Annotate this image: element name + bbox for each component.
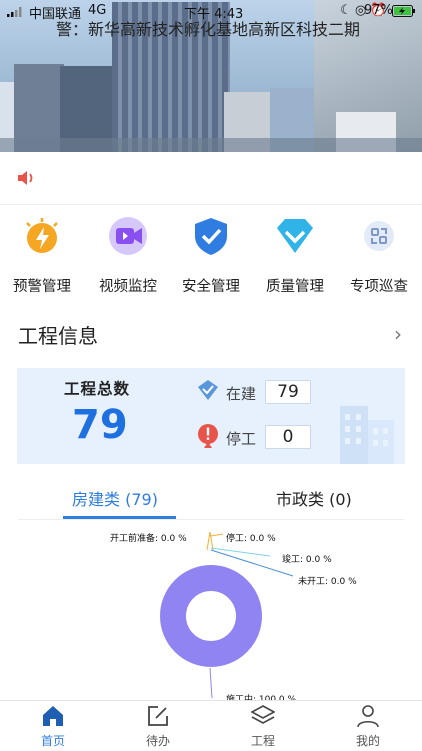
layers-icon — [251, 705, 275, 724]
edit-icon — [148, 706, 168, 726]
menu-label: 视频监控 — [99, 279, 157, 295]
pie-leader-line — [206, 531, 211, 551]
nav-label: 我的 — [355, 734, 380, 748]
nav-projects[interactable]: 工程 — [221, 704, 305, 749]
menu-item-safety[interactable]: 安全管理 — [169, 212, 253, 302]
menu-label: 预警管理 — [13, 279, 71, 295]
shield-check-icon — [191, 216, 231, 256]
total-label: 工程总数 — [64, 380, 131, 398]
nav-label: 工程 — [250, 734, 275, 748]
pie-leader-line — [210, 547, 271, 557]
pie-slice-construction — [160, 565, 262, 667]
check-circle-icon — [197, 379, 219, 405]
nav-profile[interactable]: 我的 — [326, 704, 410, 749]
video-camera-icon — [108, 216, 148, 256]
pie-leader-line — [209, 531, 214, 551]
battery-icon — [392, 5, 416, 21]
signal-icon — [7, 6, 23, 21]
in-progress-value: 79 — [265, 380, 311, 404]
in-progress-label: 在建 — [226, 385, 257, 403]
inspection-icon — [359, 216, 399, 256]
menu-item-inspection[interactable]: 专项巡查 — [337, 212, 421, 302]
nav-label: 首页 — [40, 734, 65, 748]
pie-chart — [160, 531, 294, 699]
stopped-value: 0 — [265, 425, 311, 449]
alert-text: 警：新华高新技术孵化基地高新区科技二期 — [56, 20, 361, 39]
warning-bolt-icon — [22, 216, 62, 256]
home-icon — [43, 706, 63, 726]
stopped-label: 停工 — [226, 430, 257, 448]
nav-label: 待办 — [145, 734, 170, 748]
building-watermark-icon — [336, 394, 402, 468]
pie-label-not-started: 未开工: 0.0 % — [298, 577, 357, 587]
pie-label-preparation: 开工前准备: 0.0 % — [110, 534, 187, 544]
tab-housing[interactable]: 房建类 (79) — [72, 486, 158, 510]
nav-todo[interactable]: 待办 — [116, 704, 200, 749]
alert-bar[interactable] — [0, 152, 422, 205]
section-title: 工程信息 — [18, 324, 98, 348]
menu-item-warning[interactable]: 预警管理 — [0, 212, 84, 302]
total-value: 79 — [72, 402, 128, 448]
chevron-right-icon[interactable]: › — [394, 322, 402, 346]
nav-home[interactable]: 首页 — [11, 704, 95, 749]
diamond-check-icon — [275, 216, 315, 256]
tab-municipal[interactable]: 市政类 (0) — [276, 486, 352, 510]
menu-item-quality[interactable]: 质量管理 — [253, 212, 337, 302]
menu-label: 质量管理 — [266, 279, 324, 295]
alert-circle-icon — [197, 423, 219, 453]
speaker-icon — [16, 168, 38, 192]
pie-label-stopped: 停工: 0.0 % — [226, 534, 276, 544]
menu-label: 专项巡查 — [350, 279, 408, 295]
menu-label: 安全管理 — [182, 279, 240, 295]
pie-leader-line — [210, 533, 224, 537]
menu-item-video[interactable]: 视频监控 — [86, 212, 170, 302]
pie-label-completed: 竣工: 0.0 % — [282, 555, 332, 565]
user-icon — [357, 705, 379, 728]
pie-leader-line — [209, 667, 213, 699]
battery-percent: 97% — [364, 3, 393, 18]
